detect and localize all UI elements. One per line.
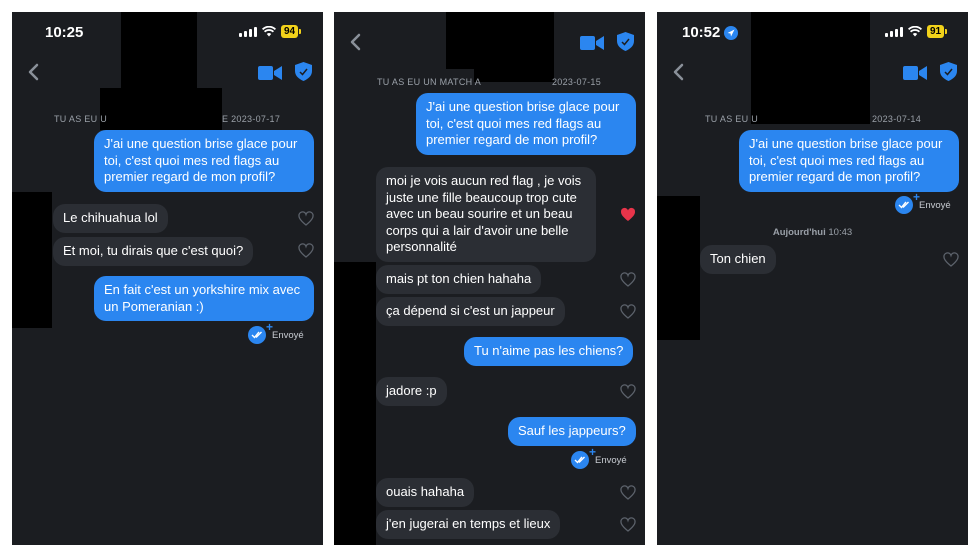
status-icons: 91	[885, 25, 948, 38]
heart-icon[interactable]	[943, 252, 959, 267]
heart-icon[interactable]	[620, 485, 636, 500]
message-incoming[interactable]: ouais hahaha	[376, 478, 475, 507]
double-check-icon: +	[895, 190, 920, 214]
sent-label: Envoyé	[919, 199, 951, 211]
double-check-icon: +	[571, 445, 596, 469]
video-camera-icon[interactable]	[580, 35, 604, 51]
date-separator: Aujourd'hui 10:43	[657, 227, 968, 238]
chevron-left-icon[interactable]	[344, 30, 368, 54]
message-outgoing[interactable]: J'ai une question brise glace pour toi, …	[416, 93, 636, 155]
heart-icon[interactable]	[620, 517, 636, 532]
heart-icon[interactable]	[620, 384, 636, 399]
heart-icon[interactable]	[620, 272, 636, 287]
message-outgoing[interactable]: Tu n'aime pas les chiens?	[464, 337, 634, 366]
location-arrow-icon	[724, 25, 739, 40]
message-outgoing[interactable]: J'ai une question brise glace pour toi, …	[94, 130, 314, 192]
status-time: 10:25	[45, 24, 84, 41]
wifi-icon	[262, 26, 276, 37]
status-icons: 94	[239, 25, 302, 38]
message-outgoing[interactable]: En fait c'est un yorkshire mix avec un P…	[94, 276, 314, 321]
status-time-group: 10:52	[682, 24, 739, 41]
date-separator-day: Aujourd'hui	[772, 227, 826, 238]
message-incoming[interactable]: j'en jugerai en temps et lieux	[376, 510, 561, 539]
heart-icon[interactable]	[620, 304, 636, 319]
chevron-left-icon[interactable]	[22, 60, 46, 84]
match-banner-date: 2023-07-15	[552, 77, 602, 87]
match-banner-date: E 2023-07-17	[222, 114, 281, 124]
match-banner-left: TU AS EU U	[705, 114, 759, 124]
shield-icon[interactable]	[295, 62, 312, 81]
double-check-icon: +	[248, 320, 273, 344]
chat-screen-2: TU AS EU UN MATCH A 2023-07-15 J'ai une …	[334, 12, 645, 545]
redaction-block	[100, 88, 222, 130]
status-time: 10:52	[682, 24, 721, 41]
message-incoming[interactable]: Et moi, tu dirais que c'est quoi?	[53, 237, 254, 266]
message-incoming[interactable]: Ton chien	[700, 245, 776, 274]
video-camera-icon[interactable]	[258, 65, 282, 81]
heart-icon[interactable]	[298, 243, 314, 258]
battery-icon: 94	[281, 25, 299, 38]
shield-icon[interactable]	[617, 32, 634, 51]
signal-icon	[885, 26, 903, 37]
message-incoming[interactable]: jadore :p	[376, 377, 447, 406]
redaction-block	[334, 262, 376, 545]
shield-icon[interactable]	[940, 62, 957, 81]
message-incoming[interactable]: moi je vois aucun red flag , je vois jus…	[376, 167, 596, 262]
message-outgoing[interactable]: J'ai une question brise glace pour toi, …	[739, 130, 959, 192]
chat-screen-1: 10:25 94 TU AS EU U E 2023-07-17 J'ai un…	[12, 12, 323, 545]
wifi-icon	[908, 26, 922, 37]
match-banner-left: TU AS EU U	[54, 114, 108, 124]
message-incoming[interactable]: mais pt ton chien hahaha	[376, 265, 542, 294]
heart-icon-liked[interactable]	[620, 207, 636, 222]
sent-status: + Envoyé	[571, 445, 627, 469]
match-banner-left: TU AS EU UN MATCH A	[377, 77, 482, 87]
match-banner-date: 2023-07-14	[872, 114, 922, 124]
chevron-left-icon[interactable]	[667, 60, 691, 84]
message-incoming[interactable]: ça dépend si c'est un jappeur	[376, 297, 565, 326]
chat-header	[657, 60, 968, 88]
chat-header	[12, 60, 323, 88]
sent-label: Envoyé	[272, 329, 304, 341]
chat-screen-3: 10:52 91 TU AS EU U 2023-07-14 J'ai une …	[657, 12, 968, 545]
battery-icon: 91	[927, 25, 945, 38]
date-separator-time: 10:43	[828, 227, 853, 238]
sent-status: + Envoyé	[248, 320, 304, 344]
sent-status: + Envoyé	[895, 190, 951, 214]
heart-icon[interactable]	[298, 211, 314, 226]
video-camera-icon[interactable]	[903, 65, 927, 81]
redaction-block	[12, 192, 52, 328]
chat-header	[334, 30, 645, 58]
redaction-block	[657, 196, 700, 340]
signal-icon	[239, 26, 257, 37]
sent-label: Envoyé	[595, 454, 627, 466]
message-outgoing[interactable]: Sauf les jappeurs?	[508, 417, 636, 446]
message-incoming[interactable]: Le chihuahua lol	[53, 204, 168, 233]
